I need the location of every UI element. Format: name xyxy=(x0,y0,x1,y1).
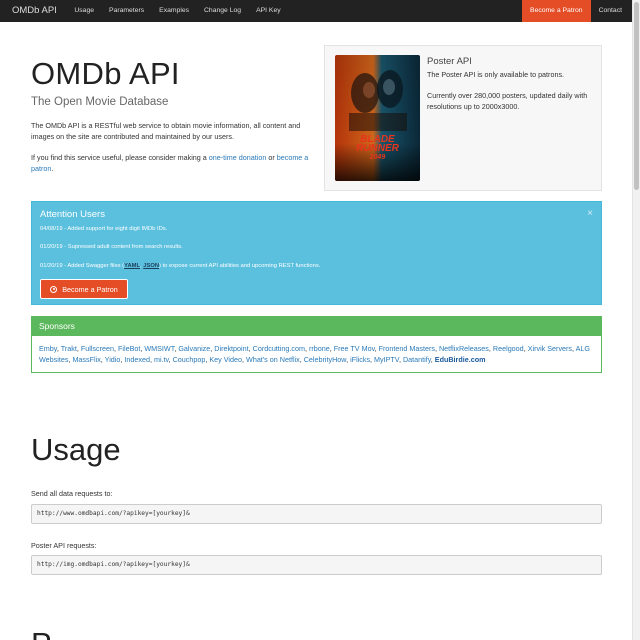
sponsor-link[interactable]: EduBirdie.com xyxy=(435,355,486,364)
alert-news-item: 01/20/19 - Added Swagger files (YAML, JS… xyxy=(40,263,321,269)
attention-alert: Attention Users × 04/08/19 - Added suppo… xyxy=(31,201,602,305)
sponsor-link[interactable]: mi.tv xyxy=(154,355,169,364)
sponsor-link[interactable]: Direktpoint xyxy=(214,344,248,353)
nav-parameters[interactable]: Parameters xyxy=(102,0,152,22)
become-patron-button[interactable]: Become a Patron xyxy=(40,279,128,299)
sponsor-link[interactable]: Datantify xyxy=(403,355,431,364)
sponsor-link[interactable]: Emby xyxy=(39,344,57,353)
become-patron-label: Become a Patron xyxy=(62,284,118,294)
poster-api-title: Poster API xyxy=(427,56,472,67)
sponsor-link[interactable]: Frontend Masters xyxy=(379,344,435,353)
alert-news-item: 04/08/19 - Added support for eight digit… xyxy=(40,226,168,232)
sponsor-link[interactable]: Cordcutting.com xyxy=(253,344,305,353)
sponsor-link[interactable]: Yidio xyxy=(105,355,121,364)
poster-request-url[interactable]: http://img.omdbapi.com/?apikey=[yourkey]… xyxy=(31,555,602,575)
alert-title: Attention Users xyxy=(40,209,105,220)
alert-news-item: 01/20/19 - Supressed adult content from … xyxy=(40,244,183,250)
sponsor-link[interactable]: CelebrityHow xyxy=(304,355,346,364)
scrollbar-thumb[interactable] xyxy=(634,2,639,190)
parameters-heading: P xyxy=(31,628,52,640)
nav-usage[interactable]: Usage xyxy=(67,0,102,22)
intro-paragraph: The OMDb API is a RESTful web service to… xyxy=(31,121,301,141)
sponsor-link[interactable]: Free TV Mov xyxy=(334,344,375,353)
nav-change-log[interactable]: Change Log xyxy=(197,0,249,22)
nav-contact[interactable]: Contact xyxy=(591,0,632,22)
data-request-url[interactable]: http://www.omdbapi.com/?apikey=[yourkey]… xyxy=(31,504,602,524)
sponsor-link[interactable]: FileBot xyxy=(118,344,140,353)
poster-title-art: BLADE RUNNER 2049 xyxy=(356,134,399,162)
json-link[interactable]: JSON xyxy=(143,263,159,269)
sponsor-link[interactable]: rrbone xyxy=(309,344,330,353)
sponsor-link[interactable]: Trakt xyxy=(61,344,77,353)
sponsor-link[interactable]: Xirvik Servers xyxy=(528,344,572,353)
sponsors-title: Sponsors xyxy=(32,317,601,336)
page-scrollbar[interactable] xyxy=(632,0,640,640)
sponsor-link[interactable]: Galvanize xyxy=(178,344,210,353)
nav-examples[interactable]: Examples xyxy=(152,0,197,22)
sponsor-link[interactable]: Couchpop xyxy=(173,355,206,364)
close-icon[interactable]: × xyxy=(587,208,593,219)
poster-image: BLADE RUNNER 2049 xyxy=(335,55,420,181)
sponsor-link[interactable]: Fullscreen xyxy=(81,344,114,353)
poster-api-stats: Currently over 280,000 posters, updated … xyxy=(427,91,588,111)
poster-api-note: The Poster API is only available to patr… xyxy=(427,70,565,79)
nav-become-patron[interactable]: Become a Patron xyxy=(522,0,591,22)
poster-art xyxy=(335,55,420,181)
yaml-link[interactable]: YAML xyxy=(124,263,140,269)
sponsor-link[interactable]: Indexed xyxy=(124,355,150,364)
poster-requests-label: Poster API requests: xyxy=(31,541,97,550)
sponsor-link[interactable]: NetflixReleases xyxy=(439,344,489,353)
usage-heading: Usage xyxy=(31,432,121,467)
sponsor-link[interactable]: What's on Netflix xyxy=(246,355,300,364)
sponsors-list: Emby, Trakt, Fullscreen, FileBot, WMSIWT… xyxy=(39,344,591,364)
brand-link[interactable]: OMDb API xyxy=(0,0,67,22)
sponsor-link[interactable]: iFlicks xyxy=(350,355,370,364)
page-title: OMDb API xyxy=(31,56,180,91)
sponsor-link[interactable]: MassFlix xyxy=(72,355,100,364)
nav-api-key[interactable]: API Key xyxy=(249,0,289,22)
poster-api-panel: BLADE RUNNER 2049 Poster API The Poster … xyxy=(324,45,602,191)
sponsors-panel: Sponsors Emby, Trakt, Fullscreen, FileBo… xyxy=(31,316,602,373)
patreon-icon xyxy=(50,285,58,293)
data-requests-label: Send all data requests to: xyxy=(31,489,113,498)
sponsor-link[interactable]: Key Video xyxy=(209,355,242,364)
page-subtitle: The Open Movie Database xyxy=(31,96,169,108)
support-paragraph: If you find this service useful, please … xyxy=(31,153,309,173)
top-navbar: OMDb API Usage Parameters Examples Chang… xyxy=(0,0,632,22)
sponsor-link[interactable]: MyIPTV xyxy=(374,355,399,364)
sponsor-link[interactable]: Reelgood xyxy=(493,344,524,353)
donation-link[interactable]: one-time donation xyxy=(209,153,267,162)
sponsor-link[interactable]: WMSIWT xyxy=(144,344,174,353)
